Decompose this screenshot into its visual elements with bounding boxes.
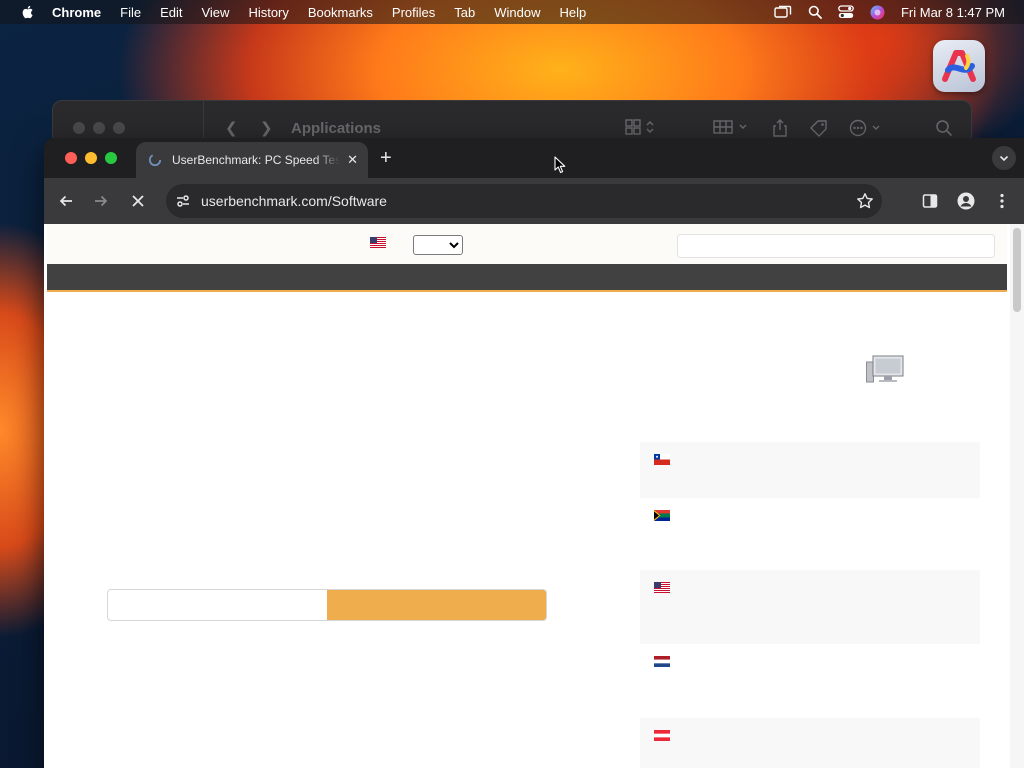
site-header: [47, 224, 1007, 264]
group-icon[interactable]: [713, 119, 749, 139]
menu-bookmarks[interactable]: Bookmarks: [308, 5, 373, 20]
page-scrollbar-thumb[interactable]: [1013, 228, 1021, 312]
chrome-window: UserBenchmark: PC Speed Test ✕ + userben…: [44, 138, 1024, 768]
siri-icon[interactable]: [870, 5, 885, 20]
usa-flag-icon: [654, 582, 670, 593]
austria-flag-icon: [654, 730, 670, 741]
forward-arrow-icon: [95, 195, 108, 207]
menu-view[interactable]: View: [201, 5, 229, 20]
pc-monitor-icon: [866, 355, 904, 383]
window-controls: [65, 152, 117, 164]
menu-help[interactable]: Help: [560, 5, 587, 20]
window-minimize-button[interactable]: [85, 152, 97, 164]
window-zoom-button[interactable]: [105, 152, 117, 164]
chile-flag-icon: [654, 454, 670, 465]
back-arrow-icon: [59, 195, 72, 207]
menu-profiles[interactable]: Profiles: [392, 5, 435, 20]
menu-edit[interactable]: Edit: [160, 5, 182, 20]
language-select[interactable]: [413, 235, 463, 255]
loading-spinner-icon: [148, 153, 162, 167]
forward-button[interactable]: [91, 191, 111, 211]
side-panel-icon: [922, 194, 938, 208]
screen-mirroring-icon[interactable]: [774, 5, 792, 19]
tab-title: UserBenchmark: PC Speed Test: [172, 153, 340, 167]
menu-history[interactable]: History: [248, 5, 288, 20]
back-chevron-icon[interactable]: ❮: [225, 119, 238, 137]
country-card-austria[interactable]: [640, 718, 980, 768]
download-progress-bar: [107, 589, 547, 621]
control-center-icon[interactable]: [838, 5, 854, 19]
country-card-usa[interactable]: [640, 570, 980, 644]
bookmark-star-icon[interactable]: [856, 192, 874, 210]
tab-userbenchmark[interactable]: UserBenchmark: PC Speed Test ✕: [136, 142, 368, 178]
chevron-down-icon: [999, 155, 1009, 162]
page-viewport: [44, 224, 1024, 768]
chrome-menu-button[interactable]: [992, 191, 1012, 211]
profile-button[interactable]: [956, 191, 976, 211]
view-grid-icon[interactable]: [625, 119, 655, 139]
stop-loading-button[interactable]: [128, 191, 148, 211]
tab-strip: UserBenchmark: PC Speed Test ✕ +: [44, 138, 1024, 178]
menu-app-name[interactable]: Chrome: [52, 5, 101, 20]
menu-file[interactable]: File: [120, 5, 141, 20]
apple-menu-icon[interactable]: [20, 4, 36, 20]
arc-app-icon[interactable]: [933, 40, 985, 92]
close-icon: [132, 195, 144, 207]
netherlands-flag-icon: [654, 656, 670, 667]
address-bar[interactable]: userbenchmark.com/Software: [166, 184, 882, 218]
site-settings-icon[interactable]: [174, 192, 192, 210]
browser-toolbar: userbenchmark.com/Software: [44, 178, 1024, 224]
tab-close-icon[interactable]: ✕: [347, 153, 358, 167]
window-close-button[interactable]: [65, 152, 77, 164]
forward-chevron-icon[interactable]: ❯: [260, 119, 273, 137]
site-navbar: [47, 264, 1007, 292]
progress-fill: [327, 590, 546, 620]
profile-avatar-icon: [957, 192, 975, 210]
menu-tab[interactable]: Tab: [454, 5, 475, 20]
country-card-chile[interactable]: [640, 442, 980, 498]
finder-window-controls[interactable]: [73, 122, 125, 134]
menu-clock[interactable]: Fri Mar 8 1:47 PM: [901, 5, 1005, 20]
side-panel-button[interactable]: [920, 191, 940, 211]
back-button[interactable]: [56, 191, 76, 211]
more-vert-icon: [1000, 193, 1004, 209]
spotlight-search-icon[interactable]: [808, 5, 822, 19]
menu-window[interactable]: Window: [494, 5, 540, 20]
address-url[interactable]: userbenchmark.com/Software: [201, 193, 387, 209]
usa-flag-icon[interactable]: [370, 237, 386, 248]
country-card-south-africa[interactable]: [640, 498, 980, 554]
menu-bar: Chrome File Edit View History Bookmarks …: [0, 0, 1024, 24]
tab-search-button[interactable]: [992, 146, 1016, 170]
finder-title: Applications: [291, 120, 382, 137]
site-search-input[interactable]: [677, 234, 995, 258]
country-card-netherlands[interactable]: [640, 644, 980, 718]
mouse-pointer-icon: [554, 156, 566, 174]
new-tab-button[interactable]: +: [380, 148, 392, 168]
south-africa-flag-icon: [654, 510, 670, 521]
